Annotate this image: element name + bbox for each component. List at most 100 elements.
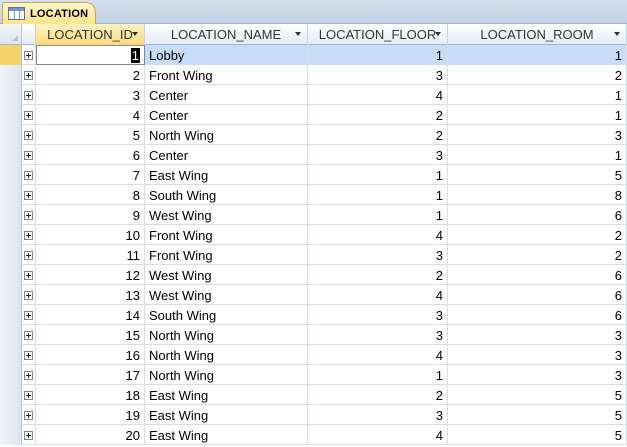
cell-location-name[interactable]: Lobby — [145, 45, 308, 65]
cell-location-name[interactable]: East Wing — [145, 405, 308, 425]
table-row[interactable]: 3 Center 4 1 — [0, 85, 627, 105]
table-row[interactable]: 19 East Wing 3 5 — [0, 405, 627, 425]
cell-location-room[interactable]: 1 — [448, 145, 627, 165]
record-selector[interactable] — [0, 45, 22, 65]
record-selector[interactable] — [0, 165, 22, 185]
expand-button[interactable] — [22, 385, 36, 405]
cell-location-id[interactable]: 10 — [36, 225, 145, 245]
cell-location-room[interactable]: 2 — [448, 225, 627, 245]
cell-location-name[interactable]: West Wing — [145, 285, 308, 305]
expand-button[interactable] — [22, 105, 36, 125]
cell-location-floor[interactable]: 4 — [308, 85, 448, 105]
table-row[interactable]: 15 North Wing 3 3 — [0, 325, 627, 345]
cell-location-name[interactable]: North Wing — [145, 325, 308, 345]
cell-location-room[interactable]: 5 — [448, 385, 627, 405]
cell-location-name[interactable]: South Wing — [145, 305, 308, 325]
cell-location-room[interactable]: 2 — [448, 245, 627, 265]
table-row[interactable]: 2 Front Wing 3 2 — [0, 65, 627, 85]
table-row[interactable]: 12 West Wing 2 6 — [0, 265, 627, 285]
cell-location-id[interactable]: 3 — [36, 85, 145, 105]
cell-location-floor[interactable]: 2 — [308, 125, 448, 145]
cell-location-id[interactable]: 8 — [36, 185, 145, 205]
expand-button[interactable] — [22, 185, 36, 205]
cell-location-floor[interactable]: 4 — [308, 285, 448, 305]
table-row[interactable]: 20 East Wing 4 5 — [0, 425, 627, 445]
cell-location-name[interactable]: Front Wing — [145, 65, 308, 85]
record-selector[interactable] — [0, 385, 22, 405]
cell-location-name[interactable]: East Wing — [145, 425, 308, 445]
cell-location-name[interactable]: Center — [145, 85, 308, 105]
chevron-down-icon[interactable] — [614, 32, 620, 36]
cell-location-name[interactable]: North Wing — [145, 365, 308, 385]
record-selector[interactable] — [0, 205, 22, 225]
expand-button[interactable] — [22, 45, 36, 65]
record-selector[interactable] — [0, 285, 22, 305]
cell-location-id[interactable]: 11 — [36, 245, 145, 265]
cell-location-name[interactable]: Front Wing — [145, 245, 308, 265]
cell-location-floor[interactable]: 3 — [308, 305, 448, 325]
cell-location-id[interactable]: 14 — [36, 305, 145, 325]
table-row[interactable]: 18 East Wing 2 5 — [0, 385, 627, 405]
cell-location-room[interactable]: 1 — [448, 105, 627, 125]
cell-location-floor[interactable]: 4 — [308, 425, 448, 445]
cell-location-name[interactable]: Center — [145, 145, 308, 165]
cell-location-id[interactable]: 19 — [36, 405, 145, 425]
cell-location-id[interactable]: 13 — [36, 285, 145, 305]
record-selector[interactable] — [0, 185, 22, 205]
record-selector[interactable] — [0, 365, 22, 385]
table-row[interactable]: 5 North Wing 2 3 — [0, 125, 627, 145]
cell-location-id[interactable]: 12 — [36, 265, 145, 285]
cell-location-name[interactable]: Center — [145, 105, 308, 125]
cell-location-floor[interactable]: 3 — [308, 325, 448, 345]
cell-location-room[interactable]: 5 — [448, 165, 627, 185]
cell-location-floor[interactable]: 1 — [308, 165, 448, 185]
cell-location-room[interactable]: 6 — [448, 205, 627, 225]
expand-button[interactable] — [22, 65, 36, 85]
expand-button[interactable] — [22, 165, 36, 185]
cell-location-room[interactable]: 3 — [448, 125, 627, 145]
expand-button[interactable] — [22, 285, 36, 305]
expand-button[interactable] — [22, 305, 36, 325]
table-row[interactable]: 9 West Wing 1 6 — [0, 205, 627, 225]
cell-location-id[interactable]: 17 — [36, 365, 145, 385]
expand-button[interactable] — [22, 85, 36, 105]
cell-location-name[interactable]: North Wing — [145, 125, 308, 145]
record-selector[interactable] — [0, 265, 22, 285]
cell-location-floor[interactable]: 1 — [308, 185, 448, 205]
cell-location-floor[interactable]: 3 — [308, 145, 448, 165]
table-row[interactable]: 4 Center 2 1 — [0, 105, 627, 125]
record-selector[interactable] — [0, 145, 22, 165]
table-row[interactable]: 1 Lobby 1 1 — [0, 45, 627, 65]
cell-location-id[interactable]: 2 — [36, 65, 145, 85]
cell-location-room[interactable]: 3 — [448, 325, 627, 345]
expand-button[interactable] — [22, 265, 36, 285]
cell-location-id[interactable]: 16 — [36, 345, 145, 365]
table-row[interactable]: 10 Front Wing 4 2 — [0, 225, 627, 245]
cell-location-name[interactable]: Front Wing — [145, 225, 308, 245]
cell-location-room[interactable]: 3 — [448, 365, 627, 385]
cell-location-id[interactable]: 6 — [36, 145, 145, 165]
expand-button[interactable] — [22, 125, 36, 145]
cell-location-floor[interactable]: 3 — [308, 405, 448, 425]
cell-location-room[interactable]: 6 — [448, 265, 627, 285]
cell-location-room[interactable]: 3 — [448, 345, 627, 365]
cell-location-room[interactable]: 1 — [448, 85, 627, 105]
expand-button[interactable] — [22, 225, 36, 245]
column-header-location-floor[interactable]: LOCATION_FLOOR — [308, 24, 448, 45]
table-row[interactable]: 14 South Wing 3 6 — [0, 305, 627, 325]
expand-button[interactable] — [22, 245, 36, 265]
chevron-down-icon[interactable] — [295, 32, 301, 36]
record-selector[interactable] — [0, 345, 22, 365]
table-row[interactable]: 6 Center 3 1 — [0, 145, 627, 165]
cell-location-id[interactable]: 9 — [36, 205, 145, 225]
record-selector[interactable] — [0, 405, 22, 425]
expand-button[interactable] — [22, 365, 36, 385]
column-header-location-name[interactable]: LOCATION_NAME — [145, 24, 308, 45]
cell-location-floor[interactable]: 2 — [308, 105, 448, 125]
table-row[interactable]: 17 North Wing 1 3 — [0, 365, 627, 385]
cell-location-id[interactable]: 4 — [36, 105, 145, 125]
record-selector[interactable] — [0, 125, 22, 145]
cell-location-name[interactable]: East Wing — [145, 165, 308, 185]
cell-location-floor[interactable]: 1 — [308, 45, 448, 65]
chevron-down-icon[interactable] — [435, 32, 441, 36]
